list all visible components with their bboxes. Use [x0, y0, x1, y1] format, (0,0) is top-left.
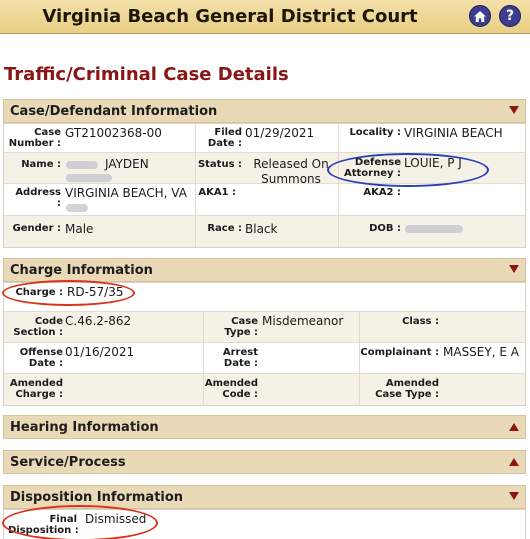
race-label: Race :	[207, 223, 242, 234]
table-row: Code Section : C.46.2-862 Case Type : Mi…	[4, 312, 525, 343]
section-case-defendant-header[interactable]: Case/Defendant Information	[3, 99, 526, 123]
section-disposition-header[interactable]: Disposition Information	[3, 485, 526, 509]
section-title: Charge Information	[10, 263, 153, 278]
expand-arrow-icon[interactable]	[509, 458, 519, 466]
aka1-label: AKA1 :	[198, 187, 236, 198]
complainant-label: Complainant :	[360, 347, 439, 358]
name-cell: Name : JAYDEN	[4, 153, 196, 183]
expand-arrow-icon[interactable]	[509, 423, 519, 431]
arrest-date-label: Arrest Date :	[222, 347, 258, 369]
offense-date-label: Offense Date :	[19, 347, 63, 369]
redacted-address-line	[66, 204, 88, 212]
table-row: Address : VIRGINIA BEACH, VA AKA1 : AKA2…	[4, 184, 525, 216]
gender-cell: Gender : Male	[4, 216, 196, 247]
locality-value: VIRGINIA BEACH	[404, 126, 503, 140]
help-button[interactable]: ?	[499, 5, 521, 27]
redacted-surname	[66, 161, 98, 169]
aka2-label: AKA2 :	[363, 187, 401, 198]
final-disposition-label: Final Disposition :	[8, 514, 79, 536]
section-title: Case/Defendant Information	[10, 104, 218, 119]
defense-attorney-label: Defense Attorney :	[343, 157, 401, 179]
collapse-arrow-icon[interactable]	[509, 492, 519, 500]
code-section-value: C.46.2-862	[65, 314, 132, 328]
offense-date-value: 01/16/2021	[65, 345, 135, 359]
section-title: Disposition Information	[10, 490, 184, 505]
name-label: Name :	[21, 159, 61, 170]
case-number-cell: Case Number : GT21002368-00	[4, 124, 196, 152]
table-row: Gender : Male Race : Black DOB :	[4, 216, 525, 247]
filed-date-value: 01/29/2021	[245, 126, 315, 140]
case-defendant-table: Case Number : GT21002368-00 Filed Date :…	[3, 123, 526, 248]
disposition-table: Final Disposition : Dismissed	[3, 509, 526, 539]
filed-date-label: Filed Date :	[207, 127, 242, 149]
table-row: Offense Date : 01/16/2021 Arrest Date : …	[4, 343, 525, 374]
collapse-arrow-icon[interactable]	[509, 265, 519, 273]
defense-attorney-value: LOUIE, P J	[404, 156, 462, 170]
table-row: Name : JAYDEN Status : Released On Summo…	[4, 153, 525, 186]
home-icon	[474, 10, 486, 22]
race-cell: Race : Black	[196, 216, 339, 247]
charge-label: Charge :	[15, 287, 63, 298]
amended-charge-cell: Amended Charge :	[4, 374, 204, 405]
case-number-label: Case Number :	[8, 127, 61, 149]
arrest-date-cell: Arrest Date :	[204, 343, 360, 373]
filed-date-cell: Filed Date : 01/29/2021	[196, 124, 339, 152]
address-label: Address :	[15, 187, 61, 209]
gender-value: Male	[65, 222, 94, 236]
charge-value: RD-57/35	[67, 285, 124, 299]
class-label: Class :	[402, 316, 439, 327]
complainant-cell: Complainant : MASSEY, E A	[360, 343, 525, 373]
section-service-header[interactable]: Service/Process	[3, 450, 526, 474]
top-bar: Virginia Beach General District Court ?	[0, 0, 530, 34]
complainant-value: MASSEY, E A	[443, 345, 519, 359]
locality-cell: Locality : VIRGINIA BEACH	[339, 124, 525, 152]
section-hearing-header[interactable]: Hearing Information	[3, 415, 526, 439]
status-value: Released On Summons	[253, 157, 329, 186]
address-value: VIRGINIA BEACH, VA	[65, 186, 187, 200]
status-label: Status :	[197, 159, 242, 170]
defense-attorney-cell: Defense Attorney : LOUIE, P J	[339, 153, 525, 183]
collapse-arrow-icon[interactable]	[509, 106, 519, 114]
case-number-value: GT21002368-00	[65, 126, 162, 140]
amended-case-type-label: Amended Case Type :	[375, 378, 439, 400]
code-section-cell: Code Section : C.46.2-862	[4, 312, 204, 342]
section-charge-header[interactable]: Charge Information	[3, 258, 526, 282]
table-row: Final Disposition : Dismissed	[4, 510, 525, 539]
redacted-dob	[405, 225, 463, 233]
section-title: Service/Process	[10, 455, 126, 470]
dob-cell: DOB :	[339, 216, 525, 247]
gender-label: Gender :	[12, 223, 61, 234]
home-button[interactable]	[469, 5, 491, 27]
section-title: Hearing Information	[10, 420, 159, 435]
table-row: Case Number : GT21002368-00 Filed Date :…	[4, 124, 525, 153]
redacted-middle-name	[66, 174, 112, 182]
page-title: Traffic/Criminal Case Details	[4, 64, 289, 85]
address-cell: Address : VIRGINIA BEACH, VA	[4, 184, 196, 215]
amended-case-type-cell: Amended Case Type :	[360, 374, 525, 405]
dob-label: DOB :	[369, 223, 401, 234]
amended-code-cell: Amended Code :	[204, 374, 360, 405]
offense-date-cell: Offense Date : 01/16/2021	[4, 343, 204, 373]
race-value: Black	[245, 222, 278, 236]
code-section-label: Code Section :	[13, 316, 63, 338]
name-value: JAYDEN	[105, 157, 149, 171]
case-type-value: Misdemeanor	[262, 314, 344, 328]
status-cell: Status : Released On Summons	[196, 153, 339, 186]
table-row: Amended Charge : Amended Code : Amended …	[4, 374, 525, 405]
charge-table: Charge : RD-57/35 Code Section : C.46.2-…	[3, 282, 526, 406]
help-icon: ?	[505, 8, 515, 24]
aka1-cell: AKA1 :	[196, 184, 339, 215]
court-title: Virginia Beach General District Court	[42, 6, 418, 27]
table-row: Charge : RD-57/35	[4, 283, 525, 312]
case-type-cell: Case Type : Misdemeanor	[204, 312, 360, 342]
amended-charge-label: Amended Charge :	[9, 378, 63, 400]
amended-code-label: Amended Code :	[204, 378, 258, 400]
case-type-label: Case Type :	[224, 316, 258, 338]
class-cell: Class :	[360, 312, 525, 342]
aka2-cell: AKA2 :	[339, 184, 525, 215]
locality-label: Locality :	[349, 127, 401, 138]
final-disposition-value: Dismissed	[85, 512, 147, 526]
